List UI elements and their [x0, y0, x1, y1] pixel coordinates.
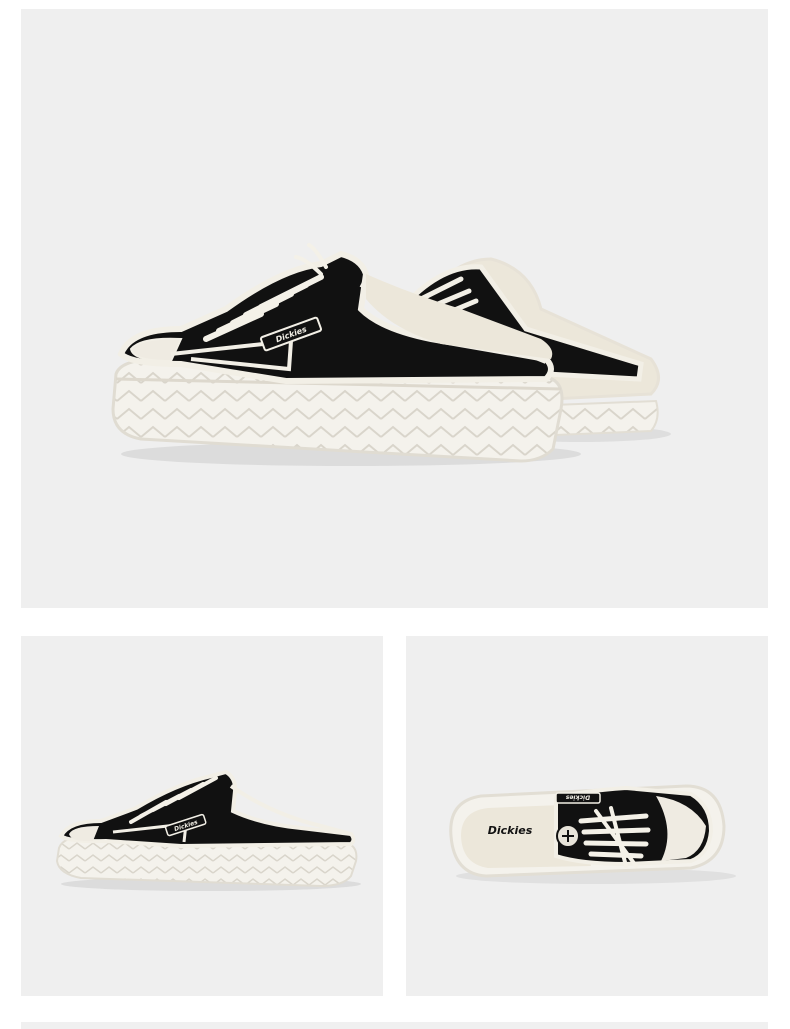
shoe-pair-icon: Dickies — [111, 243, 671, 466]
brand-insole-text: Dickies — [488, 824, 533, 837]
product-photo-top: Dickies Dickies — [406, 636, 768, 996]
shoe-top-icon: Dickies Dickies — [449, 784, 736, 884]
shoe-side-icon: Dickies — [55, 769, 361, 891]
product-photo-side: Dickies — [21, 636, 383, 996]
product-photo-pair: Dickies — [21, 9, 768, 608]
brand-tag-text-top: Dickies — [565, 794, 590, 801]
next-panel-edge — [21, 1022, 768, 1029]
